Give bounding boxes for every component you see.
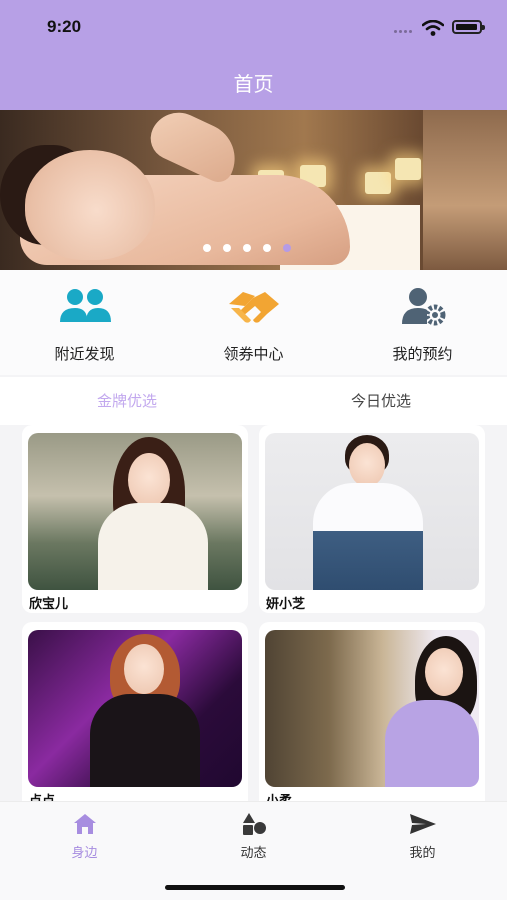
nav-item-me[interactable]: 我的 xyxy=(338,812,507,861)
quick-item-label: 附近发现 xyxy=(54,345,115,363)
therapist-photo xyxy=(28,630,242,787)
quick-item-label: 我的预约 xyxy=(392,345,453,363)
therapist-card[interactable]: 妍小芝 xyxy=(259,425,485,613)
quick-item-nearby[interactable]: 附近发现 xyxy=(0,270,169,375)
status-bar: 9:20 xyxy=(0,0,507,56)
category-tabs: 金牌优选 今日优选 xyxy=(0,377,507,425)
wifi-icon xyxy=(422,20,444,36)
nav-label: 动态 xyxy=(240,846,267,861)
app-header: 9:20 首页 xyxy=(0,0,507,110)
therapist-card[interactable]: 小柔 xyxy=(259,622,485,801)
home-indicator xyxy=(165,885,345,890)
status-time: 9:20 xyxy=(47,17,82,36)
quick-item-appointments[interactable]: 我的预约 xyxy=(338,270,507,375)
banner-dot[interactable] xyxy=(223,244,231,252)
therapist-name: 欣宝儿 xyxy=(29,597,69,612)
handshake-icon xyxy=(228,292,279,323)
send-icon xyxy=(409,814,436,834)
therapist-photo xyxy=(28,433,242,590)
nav-item-nearby[interactable]: 身边 xyxy=(0,812,169,861)
banner-dot-active[interactable] xyxy=(283,244,291,252)
nav-label: 我的 xyxy=(409,846,436,861)
quick-item-label: 领券中心 xyxy=(223,345,284,363)
therapist-grid: 欣宝儿 妍小芝 点点 小柔 xyxy=(0,425,507,801)
tab-gold-picks[interactable]: 金牌优选 xyxy=(0,377,254,425)
therapist-photo xyxy=(265,433,479,590)
banner-dot[interactable] xyxy=(263,244,271,252)
tab-today-picks[interactable]: 今日优选 xyxy=(254,377,507,425)
quick-item-coupons[interactable]: 领券中心 xyxy=(169,270,338,375)
therapist-name: 点点 xyxy=(29,790,55,801)
nav-label: 身边 xyxy=(71,846,98,861)
users-icon xyxy=(59,289,111,322)
banner-dot[interactable] xyxy=(243,244,251,252)
therapist-photo xyxy=(265,630,479,787)
signal-icon xyxy=(394,30,416,34)
nav-item-feed[interactable]: 动态 xyxy=(169,812,338,861)
battery-icon xyxy=(452,20,485,34)
user-settings-icon xyxy=(401,288,445,326)
home-icon xyxy=(73,814,96,834)
quick-menu: 附近发现 领券中心 我的预约 xyxy=(0,270,507,375)
therapist-name: 妍小芝 xyxy=(266,597,306,612)
shapes-icon xyxy=(242,813,266,835)
page-title: 首页 xyxy=(233,72,274,96)
banner-indicators[interactable] xyxy=(203,244,291,254)
therapist-name: 小柔 xyxy=(266,790,292,801)
therapist-card[interactable]: 点点 xyxy=(22,622,248,801)
therapist-card[interactable]: 欣宝儿 xyxy=(22,425,248,613)
banner-dot[interactable] xyxy=(203,244,211,252)
